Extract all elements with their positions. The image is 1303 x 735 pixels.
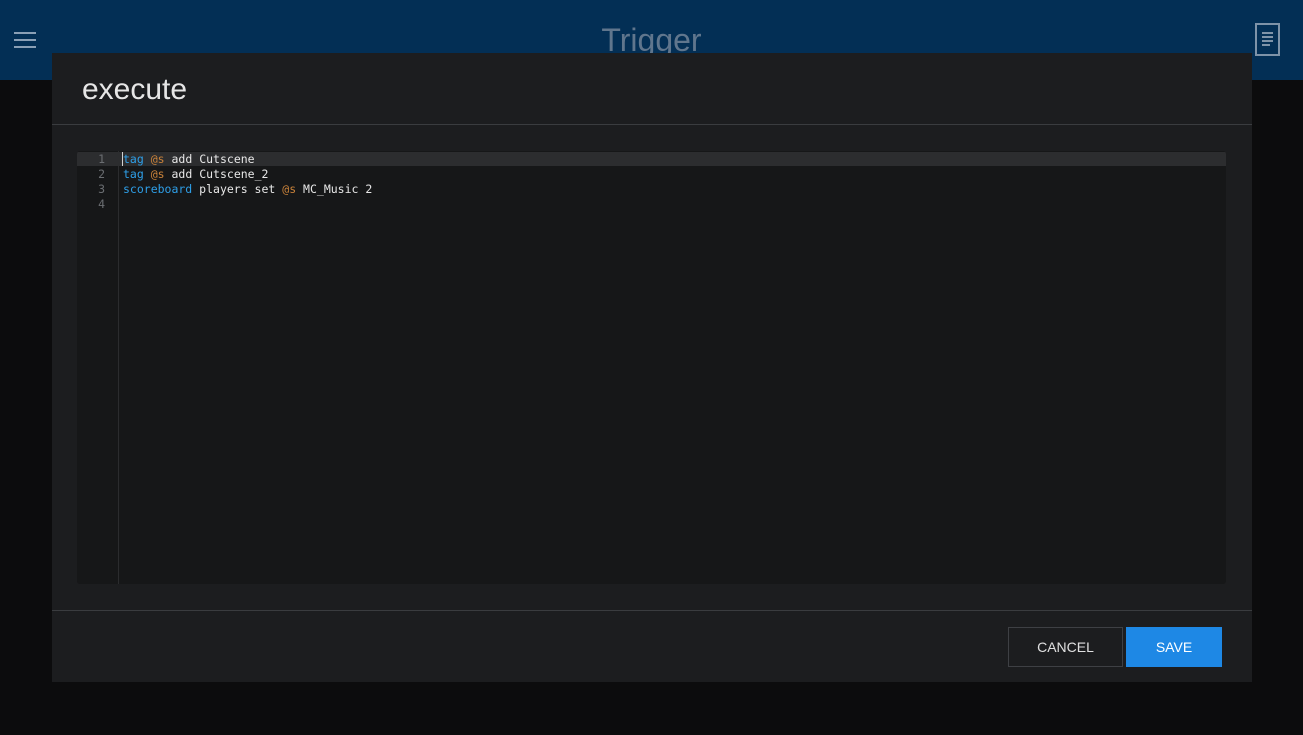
execute-dialog: execute 1 tag @s add Cutscene 2 tag @s add … [52, 53, 1252, 682]
code-text: tag @s add Cutscene_2 [123, 167, 268, 182]
code-line[interactable]: 1 tag @s add Cutscene [77, 152, 1226, 167]
code-token: players set [192, 182, 283, 196]
text-cursor [122, 152, 123, 166]
line-number-gutter [77, 151, 119, 584]
target-selector: @s [150, 152, 165, 166]
line-number: 3 [98, 182, 105, 196]
target-selector: @s [150, 167, 165, 181]
divider [52, 124, 1252, 125]
code-line[interactable]: 3 scoreboard players set @s MC_Music 2 [77, 182, 1226, 197]
target-selector: @s [282, 182, 297, 196]
line-number: 2 [98, 167, 105, 181]
code-text: scoreboard players set @s MC_Music 2 [123, 182, 372, 197]
code-line[interactable]: 4 [77, 197, 1226, 212]
code-token: add Cutscene_2 [164, 167, 269, 181]
divider [52, 610, 1252, 611]
document-icon[interactable] [1255, 23, 1280, 56]
code-token: MC_Music 2 [296, 182, 373, 196]
code-line[interactable]: 2 tag @s add Cutscene_2 [77, 167, 1226, 182]
code-editor[interactable]: 1 tag @s add Cutscene 2 tag @s add Cutscene… [77, 151, 1226, 584]
command-keyword: scoreboard [123, 182, 193, 196]
command-keyword: tag [123, 152, 144, 166]
save-button[interactable]: SAVE [1126, 627, 1222, 667]
code-text: tag @s add Cutscene [123, 152, 255, 167]
line-number: 4 [98, 197, 105, 211]
cancel-button[interactable]: CANCEL [1008, 627, 1123, 667]
command-keyword: tag [123, 167, 144, 181]
dialog-title: execute [82, 73, 188, 106]
line-number: 1 [98, 152, 105, 166]
code-token: add Cutscene [164, 152, 255, 166]
